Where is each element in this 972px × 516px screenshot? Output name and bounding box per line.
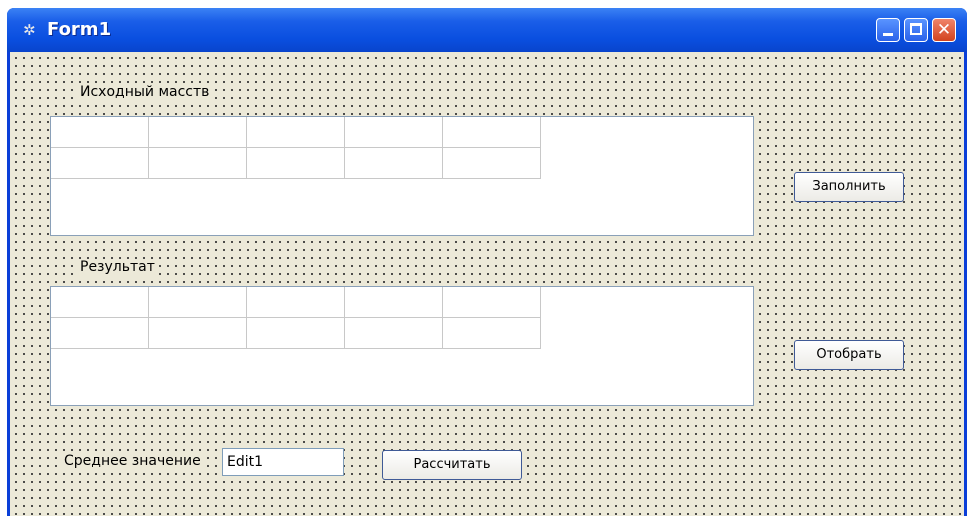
title-bar[interactable]: ✲ Form1 ✕ [7,8,967,52]
grid-cell[interactable] [51,117,149,148]
grid-cell[interactable] [51,287,149,318]
maximize-button[interactable] [904,18,928,42]
window-title: Form1 [47,19,112,40]
grid-cell[interactable] [345,287,443,318]
result-grid-cells [51,287,753,349]
grid-cell[interactable] [51,148,149,179]
maximize-icon [910,23,922,35]
grid-cell[interactable] [443,117,541,148]
grid-cell[interactable] [149,318,247,349]
result-label: Результат [78,259,157,275]
result-grid[interactable] [50,286,754,406]
select-button[interactable]: Отобрать [794,340,904,370]
calculate-button[interactable]: Рассчитать [382,450,522,480]
grid-cell[interactable] [345,148,443,179]
grid-cell[interactable] [443,287,541,318]
source-array-label: Исходный масств [78,84,212,100]
grid-cell[interactable] [247,287,345,318]
grid-cell[interactable] [247,148,345,179]
average-label: Среднее значение [62,453,203,469]
grid-cell[interactable] [443,148,541,179]
close-icon: ✕ [936,20,952,40]
grid-cell[interactable] [149,287,247,318]
fill-button[interactable]: Заполнить [794,172,904,202]
grid-cell[interactable] [247,117,345,148]
minimize-icon [883,33,893,36]
source-array-grid[interactable] [50,116,754,236]
grid-cell[interactable] [345,318,443,349]
grid-cell[interactable] [443,318,541,349]
app-icon: ✲ [23,21,36,39]
grid-cell[interactable] [345,117,443,148]
average-edit-field[interactable]: Edit1 [222,448,344,476]
grid-cell[interactable] [149,148,247,179]
app-window: ✲ Form1 ✕ Исходный масств Заполнить Резу… [7,8,967,516]
grid-cell[interactable] [247,318,345,349]
grid-cell[interactable] [149,117,247,148]
source-grid-cells [51,117,753,179]
minimize-button[interactable] [876,18,900,42]
grid-cell[interactable] [51,318,149,349]
close-button[interactable]: ✕ [932,18,956,42]
form-client-area: Исходный масств Заполнить Результат Отоб… [10,52,964,516]
